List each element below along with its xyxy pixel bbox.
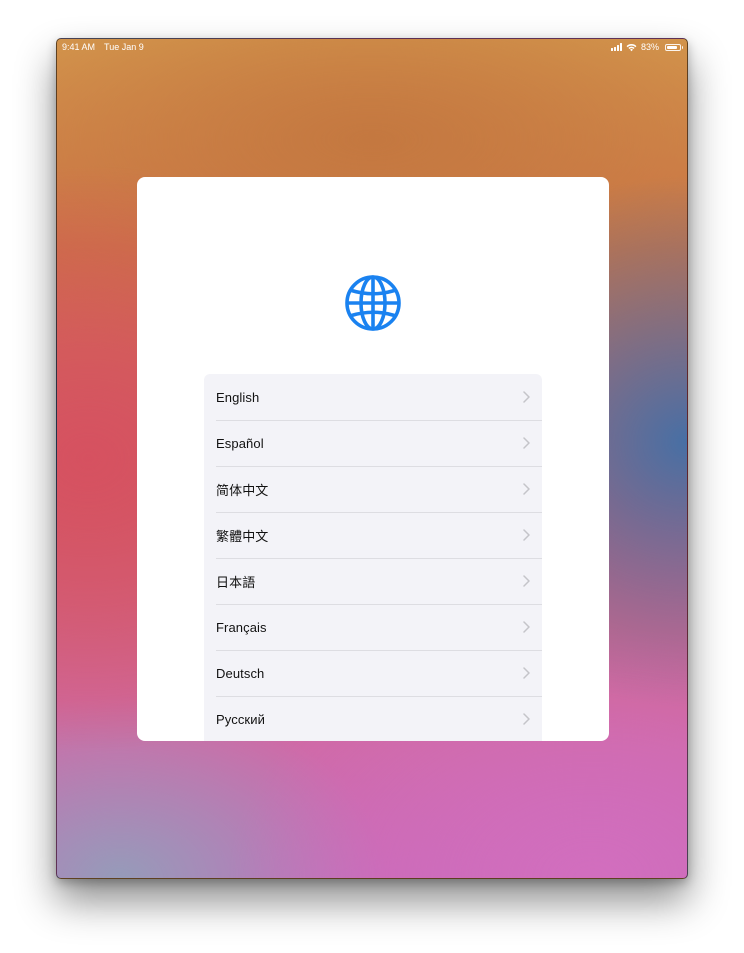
chevron-right-icon [523,667,530,679]
status-right: 83% [610,39,683,55]
status-bar: 9:41 AM Tue Jan 9 83% [57,39,687,55]
status-time: 9:41 AM [62,42,96,52]
chevron-right-icon [523,483,530,495]
language-item-espanol[interactable]: Español [204,420,542,466]
language-item-simplified-chinese[interactable]: 简体中文 [204,466,542,512]
chevron-right-icon [523,575,530,587]
globe-icon [345,275,401,331]
language-label: Français [216,619,267,635]
ipad-screen: 9:41 AM Tue Jan 9 83% English Español 简体… [56,38,688,879]
chevron-right-icon [523,621,530,633]
language-setup-card: English Español 简体中文 繁體中文 日本語 Français D… [137,177,609,741]
language-item-english[interactable]: English [204,374,542,420]
language-item-russian[interactable]: Русский [204,696,542,741]
language-label: Русский [216,711,265,727]
language-label: English [216,389,260,405]
cellular-signal-icon [610,43,622,51]
chevron-right-icon [523,529,530,541]
language-label: 日本語 [216,574,256,590]
language-item-deutsch[interactable]: Deutsch [204,650,542,696]
status-left: 9:41 AM Tue Jan 9 [62,39,144,55]
chevron-right-icon [523,391,530,403]
battery-percentage: 83% [640,42,659,52]
wifi-icon [626,43,637,51]
language-label: 繁體中文 [216,528,269,544]
chevron-right-icon [523,713,530,725]
language-list: English Español 简体中文 繁體中文 日本語 Français D… [204,374,542,741]
language-label: Deutsch [216,665,265,681]
language-item-japanese[interactable]: 日本語 [204,558,542,604]
language-item-francais[interactable]: Français [204,604,542,650]
desktop-background: 9:41 AM Tue Jan 9 83% English Español 简体… [0,0,744,953]
language-label: Español [216,435,264,451]
language-item-traditional-chinese[interactable]: 繁體中文 [204,512,542,558]
chevron-right-icon [523,437,530,449]
status-date: Tue Jan 9 [104,42,144,52]
battery-icon [665,43,683,51]
language-label: 简体中文 [216,482,269,498]
